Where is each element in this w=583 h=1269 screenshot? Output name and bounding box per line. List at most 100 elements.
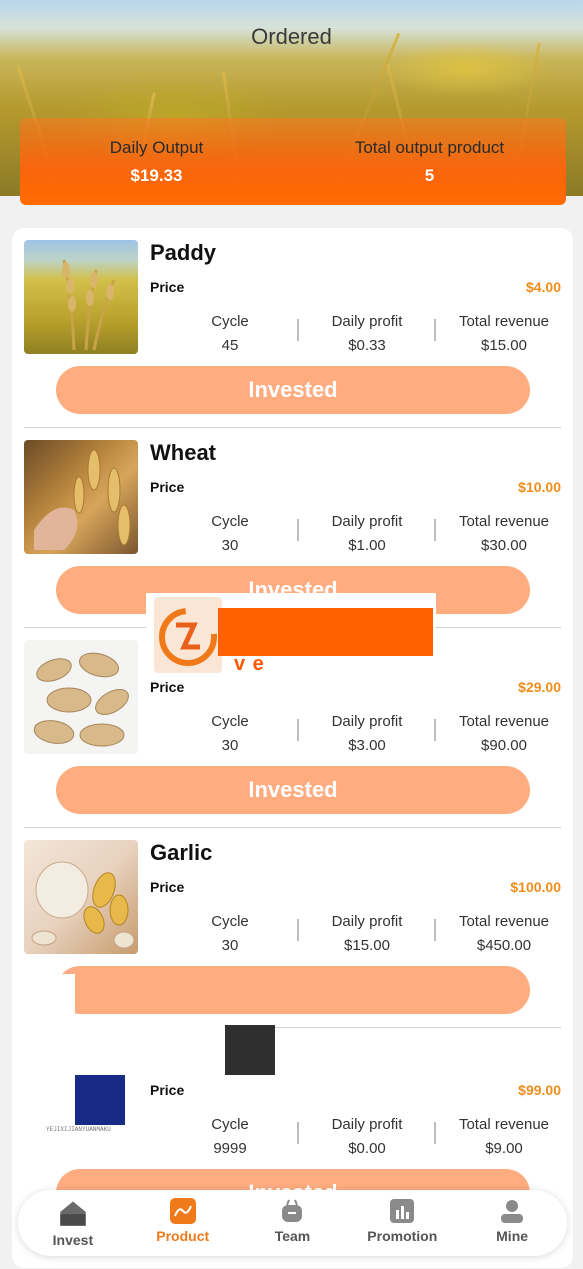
redaction-patch (25, 1025, 225, 1075)
daily-profit-label: Daily profit (331, 713, 403, 730)
nav-label: Invest (52, 1232, 94, 1248)
divider (297, 519, 299, 541)
total-revenue-stat: Total revenue $9.00 (439, 1116, 569, 1157)
total-output-value: 5 (424, 166, 435, 185)
nav-tab-mine[interactable]: Mine (457, 1190, 567, 1256)
daily-profit-stat: Daily profit $1.00 (302, 513, 432, 554)
price-label: Price (150, 879, 185, 895)
daily-profit-label: Daily profit (331, 913, 403, 930)
total-revenue-value: $90.00 (481, 737, 527, 754)
nav-label: Promotion (367, 1228, 438, 1244)
price-label: Price (150, 279, 185, 295)
product-stats: Cycle 30 Daily profit $1.00 Total revenu… (150, 513, 562, 555)
daily-profit-label: Daily profit (331, 313, 403, 330)
price-value: $10.00 (518, 479, 561, 495)
divider (434, 719, 436, 741)
user-icon (501, 1200, 524, 1223)
price-value: $99.00 (518, 1082, 561, 1098)
total-output: Total output product 5 (293, 118, 566, 205)
redaction-square-navy (75, 1075, 125, 1125)
total-revenue-label: Total revenue (458, 913, 550, 930)
cycle-value: 9999 (213, 1140, 247, 1157)
product-stats: Cycle 9999 Daily profit $0.00 Total reve… (150, 1116, 562, 1158)
daily-profit-stat: Daily profit $0.33 (302, 313, 432, 354)
cycle-stat: Cycle 45 (165, 313, 295, 354)
cycle-stat: Cycle 30 (165, 713, 295, 754)
divider (297, 719, 299, 741)
total-revenue-value: $450.00 (476, 937, 532, 954)
daily-profit-value: $0.33 (348, 337, 386, 354)
product-name: Wheat (150, 440, 216, 465)
nav-label: Team (274, 1228, 311, 1244)
nav-label: Product (156, 1228, 210, 1244)
cycle-label: Cycle (211, 713, 249, 730)
total-output-label: Total output product (354, 138, 505, 157)
divider (434, 319, 436, 341)
price-value: $29.00 (518, 679, 561, 695)
logo-icon (154, 597, 222, 673)
daily-profit-value: $3.00 (348, 737, 386, 754)
redaction-bar (218, 608, 433, 656)
output-summary: Daily Output $19.33 Total output product… (20, 118, 566, 205)
invested-button[interactable]: Invested (56, 766, 530, 814)
cycle-stat: Cycle 9999 (165, 1116, 295, 1157)
ginger-image (24, 640, 138, 754)
product-item: Garlic Price $100.00 Cycle 30 Daily prof… (12, 828, 573, 1028)
cycle-value: 30 (221, 937, 239, 954)
cycle-stat: Cycle 30 (165, 513, 295, 554)
total-revenue-value: $9.00 (485, 1140, 523, 1157)
page-title: Ordered (251, 24, 332, 49)
total-revenue-stat: Total revenue $15.00 (439, 313, 569, 354)
cycle-label: Cycle (211, 913, 249, 930)
redaction-patch (75, 1015, 475, 1025)
product-stats: Cycle 30 Daily profit $3.00 Total revenu… (150, 713, 562, 755)
product-item: Paddy Price $4.00 Cycle 45 Daily profit … (12, 228, 573, 428)
nav-tab-promotion[interactable]: Promotion (347, 1190, 457, 1256)
product-name: Paddy (150, 240, 217, 265)
watermark-text: v e (234, 653, 265, 675)
price-value: $100.00 (510, 879, 561, 895)
cycle-value: 30 (221, 537, 239, 554)
watermark-overlay: v e (146, 593, 436, 675)
price-label: Price (150, 1082, 185, 1098)
price-label: Price (150, 479, 185, 495)
divider (297, 919, 299, 941)
garlic-image (24, 840, 138, 954)
house-icon (60, 1201, 86, 1226)
divider (434, 519, 436, 541)
invested-button[interactable] (56, 966, 530, 1014)
team-icon (282, 1199, 303, 1222)
cycle-label: Cycle (211, 513, 249, 530)
product-stats: Cycle 30 Daily profit $15.00 Total reven… (150, 913, 562, 955)
daily-profit-label: Daily profit (331, 1116, 403, 1133)
price-value: $4.00 (525, 279, 561, 295)
total-revenue-stat: Total revenue $450.00 (439, 913, 569, 954)
daily-output-value: $19.33 (130, 166, 183, 185)
divider (297, 319, 299, 341)
cycle-stat: Cycle 30 (165, 913, 295, 954)
watermark-tiny-text: YEJIXIJIANYUANMAKU (46, 1126, 111, 1133)
total-revenue-label: Total revenue (458, 1116, 550, 1133)
total-revenue-value: $30.00 (481, 537, 527, 554)
divider (297, 1122, 299, 1144)
product-name: Garlic (150, 840, 213, 865)
cycle-value: 30 (221, 737, 239, 754)
daily-profit-value: $15.00 (344, 937, 390, 954)
nav-tab-product[interactable]: Product (128, 1190, 238, 1256)
daily-profit-stat: Daily profit $0.00 (302, 1116, 432, 1157)
cycle-label: Cycle (211, 1116, 249, 1133)
daily-profit-stat: Daily profit $3.00 (302, 713, 432, 754)
chart-icon (169, 1198, 196, 1224)
daily-profit-stat: Daily profit $15.00 (302, 913, 432, 954)
invested-button[interactable]: Invested (56, 366, 530, 414)
nav-tab-invest[interactable]: Invest (18, 1190, 128, 1256)
nav-tab-team[interactable]: Team (238, 1190, 348, 1256)
total-revenue-label: Total revenue (458, 513, 550, 530)
total-revenue-stat: Total revenue $30.00 (439, 513, 569, 554)
total-revenue-label: Total revenue (458, 313, 550, 330)
paddy-image (24, 240, 138, 354)
divider (434, 1122, 436, 1144)
daily-profit-value: $0.00 (348, 1140, 386, 1157)
product-stats: Cycle 45 Daily profit $0.33 Total revenu… (150, 313, 562, 355)
redaction-square-dark (225, 1025, 275, 1075)
